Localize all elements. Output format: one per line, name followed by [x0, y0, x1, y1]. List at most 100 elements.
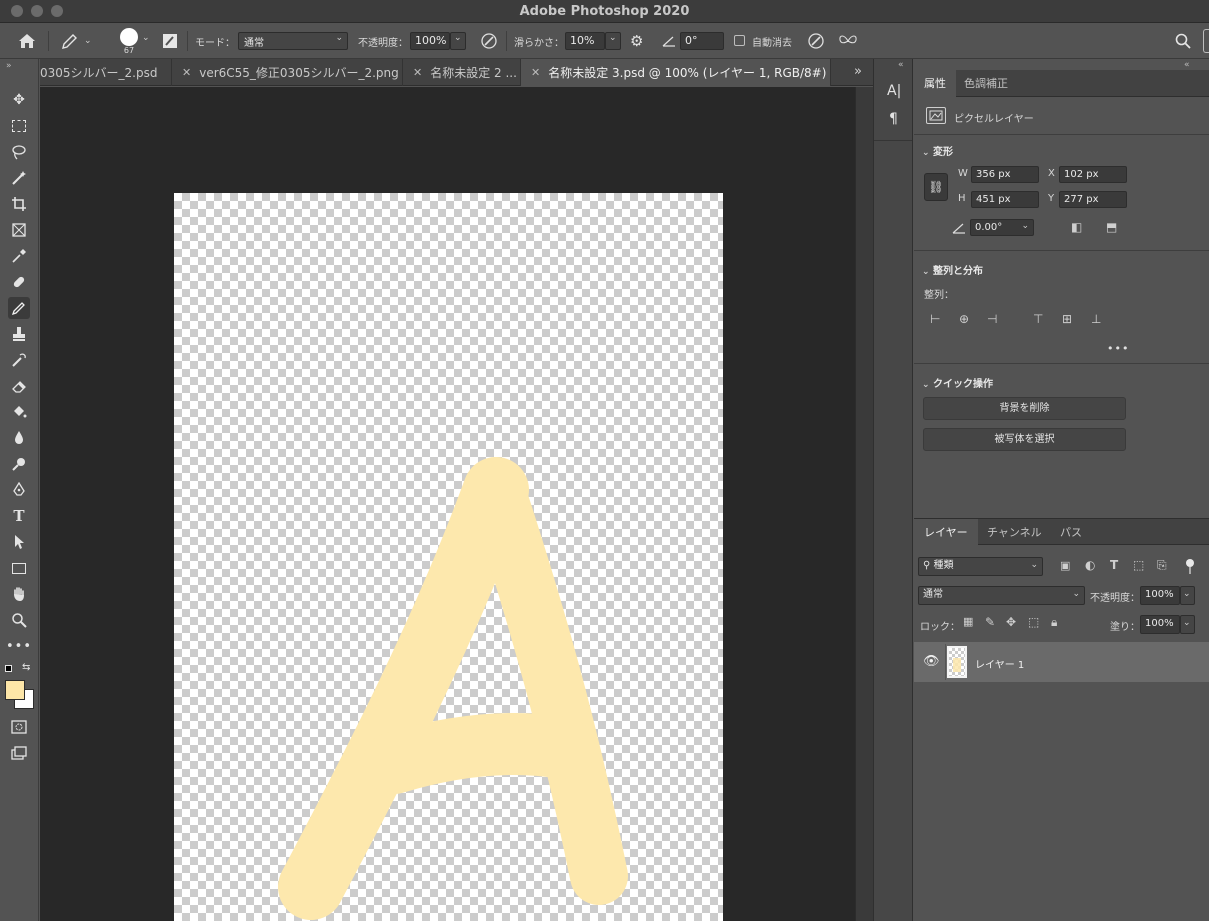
smoothing-input[interactable]: 10% [565, 32, 605, 50]
lock-position-icon[interactable]: ✥ [1006, 615, 1016, 629]
lock-all-icon[interactable]: 🔒︎ [1051, 615, 1057, 630]
opacity-dropdown[interactable]: ⌄ [450, 32, 466, 50]
canvas-vertical-scrollbar[interactable] [855, 87, 873, 921]
blur-tool-icon[interactable] [8, 427, 30, 449]
zoom-tool-icon[interactable] [8, 609, 30, 631]
layer-opacity-dropdown[interactable]: ⌄ [1180, 586, 1195, 605]
align-right-icon[interactable]: ⊣ [987, 312, 997, 326]
pressure-size-icon[interactable] [807, 23, 827, 59]
layer-opacity-input[interactable]: 100% [1140, 586, 1180, 605]
collapse-toolbar-icon[interactable]: » [6, 61, 12, 71]
foreground-color-swatch[interactable] [5, 680, 25, 700]
align-section-header[interactable]: ⌄ 整列と分布 [922, 262, 983, 277]
pressure-opacity-icon[interactable] [480, 23, 500, 59]
select-subject-button[interactable]: 被写体を選択 [923, 428, 1126, 451]
tab-layers[interactable]: レイヤー [914, 519, 978, 546]
auto-erase-checkbox[interactable] [734, 35, 745, 46]
tab-paths[interactable]: パス [1050, 519, 1092, 546]
eraser-tool-icon[interactable] [8, 375, 30, 397]
pencil-tool-icon[interactable] [8, 297, 30, 319]
layer-thumbnail[interactable] [947, 646, 967, 678]
align-left-icon[interactable]: ⊢ [930, 312, 940, 326]
document-tab[interactable]: ✕ ver6C55_修正0305シルバー_2.png [172, 59, 403, 86]
document-tab[interactable]: ✕ 名称未設定 2 ... [403, 59, 521, 86]
move-tool-icon[interactable]: ✥ [8, 89, 30, 111]
filter-toggle-icon[interactable] [1186, 559, 1194, 567]
filter-shape-icon[interactable]: ⬚ [1133, 558, 1144, 572]
filter-smart-object-icon[interactable]: ⎘ [1157, 558, 1167, 573]
close-tab-icon[interactable]: ✕ [531, 66, 540, 79]
tab-properties[interactable]: 属性 [914, 70, 956, 97]
rotation-input[interactable]: 0.00° ⌄ [970, 219, 1034, 236]
flip-vertical-icon[interactable]: ⬒ [1106, 220, 1117, 234]
layer-name[interactable]: レイヤー 1 [975, 656, 1024, 671]
search-icon[interactable] [1175, 23, 1195, 59]
layer-filter-select[interactable]: ⚲ 種類 ⌄ [918, 557, 1043, 576]
eyedropper-tool-icon[interactable] [8, 245, 30, 267]
history-brush-tool-icon[interactable] [8, 349, 30, 371]
layer-row[interactable]: 👁︎ レイヤー 1 [914, 642, 1209, 682]
lock-artboard-icon[interactable]: ⬚ [1028, 615, 1039, 629]
fill-dropdown[interactable]: ⌄ [1180, 615, 1195, 634]
workspace-icon[interactable] [1203, 29, 1209, 53]
paint-bucket-tool-icon[interactable] [8, 401, 30, 423]
hand-tool-icon[interactable] [8, 583, 30, 605]
default-colors-icon[interactable] [5, 665, 12, 672]
mode-select[interactable]: 通常 ⌄ [238, 32, 348, 50]
align-center-horizontal-icon[interactable]: ⊕ [959, 312, 969, 326]
filter-adjustment-icon[interactable]: ◐ [1085, 558, 1095, 572]
type-tool-icon[interactable]: T [8, 505, 30, 527]
blend-mode-select[interactable]: 通常 ⌄ [918, 586, 1085, 605]
pen-tool-icon[interactable] [8, 479, 30, 501]
crop-tool-icon[interactable] [8, 193, 30, 215]
document-tab[interactable]: 0305シルバー_2.psd [40, 59, 172, 86]
pencil-preset-picker[interactable]: ⌄ [60, 23, 96, 59]
canvas-area[interactable] [40, 87, 855, 921]
document-tab-active[interactable]: ✕ 名称未設定 3.psd @ 100% (レイヤー 1, RGB/8#) * [521, 59, 831, 86]
align-bottom-icon[interactable]: ⊥ [1091, 312, 1101, 326]
symmetry-butterfly-icon[interactable] [838, 23, 860, 59]
height-input[interactable]: 451 px [971, 191, 1039, 208]
opacity-input[interactable]: 100% [410, 32, 450, 50]
remove-background-button[interactable]: 背景を削除 [923, 397, 1126, 420]
flip-horizontal-icon[interactable]: ◧ [1071, 220, 1082, 234]
align-top-icon[interactable]: ⊤ [1033, 312, 1043, 326]
tab-channels[interactable]: チャンネル [977, 519, 1052, 546]
frame-tool-icon[interactable] [8, 219, 30, 241]
dodge-tool-icon[interactable] [8, 453, 30, 475]
visibility-eye-icon[interactable]: 👁︎ [923, 654, 940, 669]
quick-actions-section-header[interactable]: ⌄ クイック操作 [922, 375, 993, 390]
x-input[interactable]: 102 px [1059, 166, 1127, 183]
filter-type-icon[interactable]: T [1110, 558, 1118, 572]
lock-transparent-pixels-icon[interactable]: ▦ [963, 615, 973, 628]
more-options-icon[interactable]: ••• [1107, 342, 1129, 355]
fill-input[interactable]: 100% [1140, 615, 1180, 634]
collapse-right-panel-icon[interactable]: « [1184, 60, 1190, 70]
document-canvas[interactable] [174, 193, 723, 921]
close-tab-icon[interactable]: ✕ [182, 66, 191, 79]
clone-stamp-tool-icon[interactable] [8, 323, 30, 345]
rectangle-tool-icon[interactable] [8, 557, 30, 579]
smoothing-dropdown[interactable]: ⌄ [605, 32, 621, 50]
more-tabs-icon[interactable]: » [854, 64, 862, 79]
magic-wand-tool-icon[interactable] [8, 167, 30, 189]
screen-mode-icon[interactable] [8, 742, 30, 764]
lasso-tool-icon[interactable] [8, 141, 30, 163]
close-tab-icon[interactable]: ✕ [413, 66, 422, 79]
gear-icon[interactable]: ⚙ [630, 23, 648, 59]
width-input[interactable]: 356 px [971, 166, 1039, 183]
collapse-panel-icon[interactable]: « [898, 60, 904, 70]
link-dimensions-icon[interactable]: ⛓ [924, 173, 948, 201]
align-middle-vertical-icon[interactable]: ⊞ [1062, 312, 1072, 326]
transform-section-header[interactable]: ⌄ 変形 [922, 143, 953, 158]
path-selection-tool-icon[interactable] [8, 531, 30, 553]
character-panel-icon[interactable]: A| [887, 83, 901, 99]
marquee-tool-icon[interactable] [8, 115, 30, 137]
y-input[interactable]: 277 px [1059, 191, 1127, 208]
quick-mask-icon[interactable] [8, 716, 30, 738]
more-tools-icon[interactable]: ••• [6, 635, 31, 657]
paragraph-panel-icon[interactable]: ¶ [889, 111, 898, 127]
brush-settings-panel-icon[interactable] [162, 23, 180, 59]
lock-image-pixels-icon[interactable]: ✎ [985, 615, 995, 629]
filter-pixel-icon[interactable]: ▣ [1060, 559, 1070, 572]
